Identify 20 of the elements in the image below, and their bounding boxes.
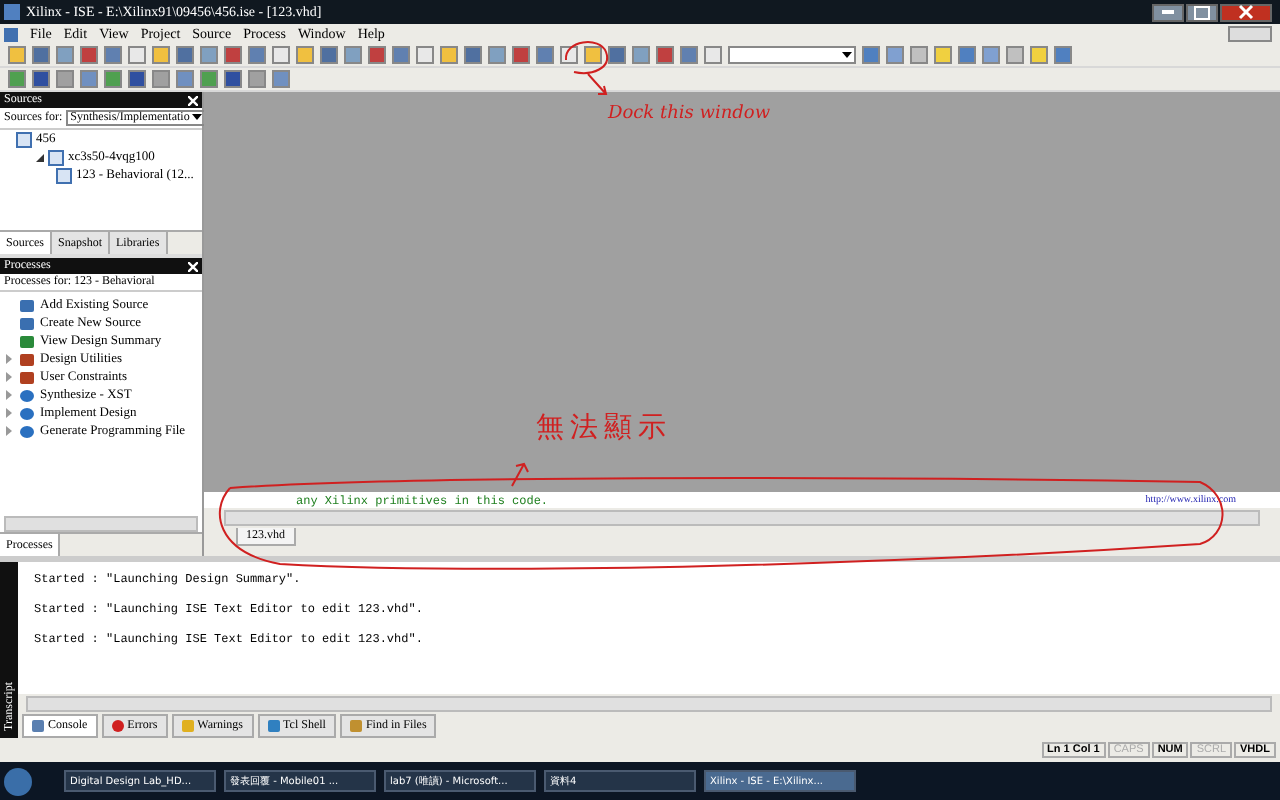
expander-icon[interactable] <box>36 153 44 161</box>
document-icon <box>4 27 18 41</box>
handwritten-note: 無法顯示 <box>536 410 672 446</box>
start-button[interactable] <box>4 767 32 795</box>
close-button[interactable] <box>1220 3 1272 21</box>
app-icon <box>4 4 20 20</box>
close-icon <box>1238 4 1254 20</box>
caret-icon <box>842 52 852 58</box>
horizontal-scrollbar[interactable] <box>224 510 1260 526</box>
horizontal-scrollbar[interactable] <box>4 516 198 532</box>
close-icon[interactable] <box>188 95 198 105</box>
horizontal-scrollbar[interactable] <box>26 696 1272 712</box>
maximize-button[interactable] <box>1186 3 1218 21</box>
search-combo[interactable] <box>728 46 856 64</box>
handwritten-note: Dock this window <box>608 104 771 124</box>
close-icon[interactable] <box>188 261 198 271</box>
minimize-button[interactable] <box>1152 3 1184 21</box>
caret-icon <box>192 114 203 120</box>
annotation-arrow <box>511 462 529 487</box>
annotation-arrow <box>587 73 608 95</box>
